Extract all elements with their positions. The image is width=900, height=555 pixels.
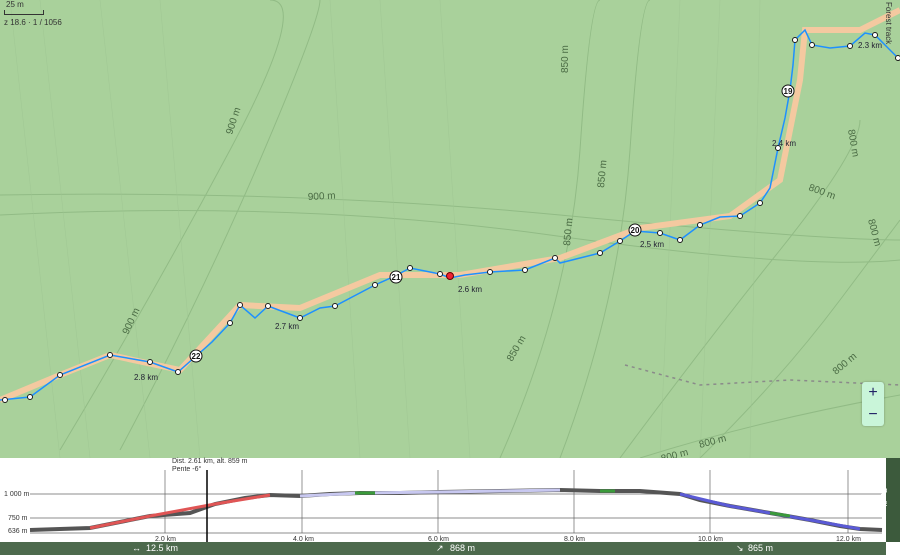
contour-label: 900 m	[121, 306, 143, 336]
zoom-in-button[interactable]: +	[862, 382, 884, 404]
zoom-info: z 18.6 · 1 / 1056	[4, 18, 62, 27]
descent-icon: ↘	[736, 543, 744, 553]
y-label: 1 000 m	[4, 491, 30, 498]
distance-label: 2.5 km	[640, 240, 664, 249]
y-label: 636 m	[8, 528, 28, 535]
scale-bar	[4, 10, 44, 15]
zoom-control: + −	[862, 382, 884, 426]
contour-label: 850 m	[562, 218, 575, 247]
total-descent: 865 m	[748, 543, 774, 553]
contour-label: 850 m	[596, 160, 609, 189]
elevation-profile[interactable]: Dist. 2.61 km, alt. 859 m Pente -6° 1 00…	[0, 458, 900, 555]
profile-chart	[29, 470, 883, 542]
contour-label: 800 m	[831, 351, 859, 377]
distance-icon: ↔	[132, 543, 141, 553]
ascent-icon: ↗	[436, 543, 444, 553]
y-label: 750 m	[8, 515, 28, 522]
contour-label: 800 m	[845, 129, 861, 158]
scale-label: 25 m	[6, 0, 24, 9]
contour-label: 900 m	[224, 106, 243, 136]
profile-side-label: Profil	[879, 488, 888, 507]
contour-label: 800 m	[807, 182, 837, 202]
status-bar: ↔ 12.5 km ↗ 868 m ↘ 865 m	[0, 542, 886, 555]
distance-label: 2.8 km	[134, 373, 158, 382]
zoom-out-button[interactable]: −	[862, 404, 884, 426]
map-view[interactable]: 900 m 900 m 900 m 850 m 850 m 850 m 850 …	[0, 0, 900, 459]
total-ascent: 868 m	[450, 543, 476, 553]
road-label: Forest track	[884, 2, 893, 45]
distance-label: 2.3 km	[858, 41, 882, 50]
contour-label: 800 m	[698, 433, 728, 451]
total-distance: 12.5 km	[146, 543, 179, 553]
profile-toggle[interactable]: Profil	[879, 458, 900, 542]
contour-label: 850 m	[505, 334, 528, 364]
distance-label: 2.7 km	[275, 322, 299, 331]
distance-label: 2.4 km	[772, 139, 796, 148]
contour-label: 850 m	[560, 45, 571, 73]
contour-label: 800 m	[865, 218, 883, 248]
contour-label: 900 m	[308, 191, 336, 203]
cursor-distance: Dist. 2.61 km, alt. 859 m	[172, 458, 248, 465]
waypoint-label: 22	[192, 352, 201, 361]
waypoint-label: 21	[392, 273, 401, 282]
waypoint-label: 19	[784, 87, 793, 96]
profile-cursor-info: Dist. 2.61 km, alt. 859 m Pente -6°	[172, 458, 247, 474]
map-labels: 900 m 900 m 900 m 850 m 850 m 850 m 850 …	[121, 2, 893, 458]
distance-label: 2.6 km	[458, 285, 482, 294]
contour-label: 800 m	[660, 447, 690, 458]
cursor-slope: Pente -6°	[172, 466, 202, 473]
waypoint-label: 20	[631, 226, 640, 235]
